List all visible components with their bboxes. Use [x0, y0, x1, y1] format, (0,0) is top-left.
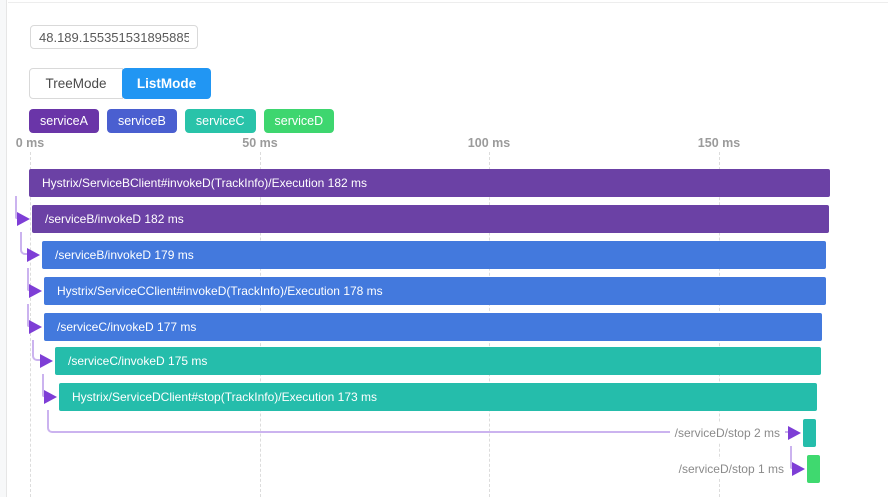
axis-tick-label: 100 ms — [468, 136, 510, 150]
span-bar[interactable] — [803, 419, 816, 447]
span-bar[interactable]: /serviceB/invokeD 179 ms — [42, 241, 826, 269]
span-bar[interactable]: /serviceC/invokeD 175 ms — [55, 347, 821, 375]
axis-tick-label: 0 ms — [16, 136, 45, 150]
span-outside-label: /serviceD/stop 2 ms — [670, 423, 785, 443]
span-connector-line — [20, 232, 27, 255]
trace-id-input[interactable] — [30, 25, 198, 49]
tab-tree-mode[interactable]: TreeMode — [29, 68, 123, 99]
legend-badge-serviceB[interactable]: serviceB — [107, 109, 177, 133]
span-arrow-icon — [27, 248, 40, 262]
service-legend: serviceA serviceB serviceC serviceD — [29, 109, 342, 133]
span-arrow-icon — [44, 390, 57, 404]
mode-tab-group: TreeMode ListMode — [29, 68, 211, 99]
span-bar[interactable]: Hystrix/ServiceCClient#invokeD(TrackInfo… — [44, 277, 826, 305]
span-bar[interactable] — [807, 455, 820, 483]
axis-tick-label: 150 ms — [698, 136, 740, 150]
panel-border-left — [0, 0, 7, 497]
tab-list-mode[interactable]: ListMode — [122, 68, 211, 99]
legend-badge-serviceC[interactable]: serviceC — [185, 109, 256, 133]
span-bar[interactable]: /serviceB/invokeD 182 ms — [32, 205, 829, 233]
span-bar[interactable]: Hystrix/ServiceBClient#invokeD(TrackInfo… — [29, 169, 830, 197]
span-arrow-icon — [29, 320, 42, 334]
span-connector-line — [32, 340, 40, 361]
trace-viewer-page: TreeMode ListMode serviceA serviceB serv… — [0, 0, 888, 497]
span-arrow-icon — [792, 462, 805, 476]
span-arrow-icon — [788, 426, 801, 440]
axis-tick-label: 50 ms — [242, 136, 277, 150]
span-arrow-icon — [17, 212, 30, 226]
span-bar[interactable]: Hystrix/ServiceDClient#stop(TrackInfo)/E… — [59, 383, 817, 411]
span-outside-label: /serviceD/stop 1 ms — [674, 459, 789, 479]
span-arrow-icon — [29, 284, 42, 298]
span-arrow-icon — [40, 354, 53, 368]
legend-badge-serviceD[interactable]: serviceD — [264, 109, 335, 133]
legend-badge-serviceA[interactable]: serviceA — [29, 109, 99, 133]
panel-border-top — [8, 2, 888, 3]
span-bar[interactable]: /serviceC/invokeD 177 ms — [44, 313, 822, 341]
